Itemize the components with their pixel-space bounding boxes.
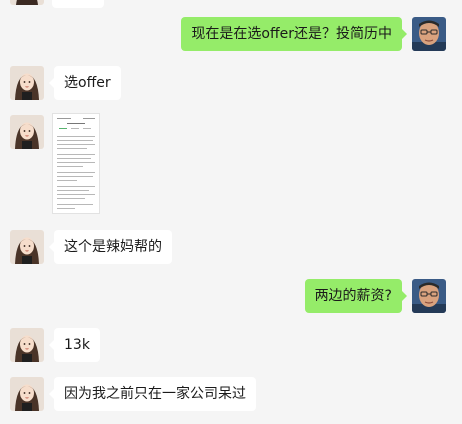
contact-avatar[interactable] bbox=[10, 377, 44, 411]
message-bubble[interactable]: 现在是在选offer还是？投简历中 bbox=[181, 17, 407, 51]
contact-avatar[interactable] bbox=[10, 115, 44, 149]
message-bubble[interactable]: 这个是辣妈帮的 bbox=[49, 230, 172, 264]
contact-avatar[interactable] bbox=[10, 328, 44, 362]
message-bubble[interactable]: 13k bbox=[49, 328, 100, 362]
image-message[interactable] bbox=[52, 113, 100, 214]
chat-window: 现在是在选offer还是？投简历中 选offer 这个是辣妈帮的 两边的薪资? … bbox=[0, 0, 462, 424]
message-bubble[interactable]: 选offer bbox=[49, 66, 121, 100]
message-bubble-cropped[interactable] bbox=[52, 0, 104, 8]
user-avatar[interactable] bbox=[412, 17, 446, 51]
user-avatar[interactable] bbox=[412, 279, 446, 313]
contact-avatar[interactable] bbox=[10, 230, 44, 264]
contact-avatar[interactable] bbox=[10, 0, 44, 5]
message-bubble[interactable]: 两边的薪资? bbox=[304, 279, 408, 313]
message-bubble[interactable]: 因为我之前只在一家公司呆过 bbox=[49, 377, 256, 411]
contact-avatar[interactable] bbox=[10, 66, 44, 100]
